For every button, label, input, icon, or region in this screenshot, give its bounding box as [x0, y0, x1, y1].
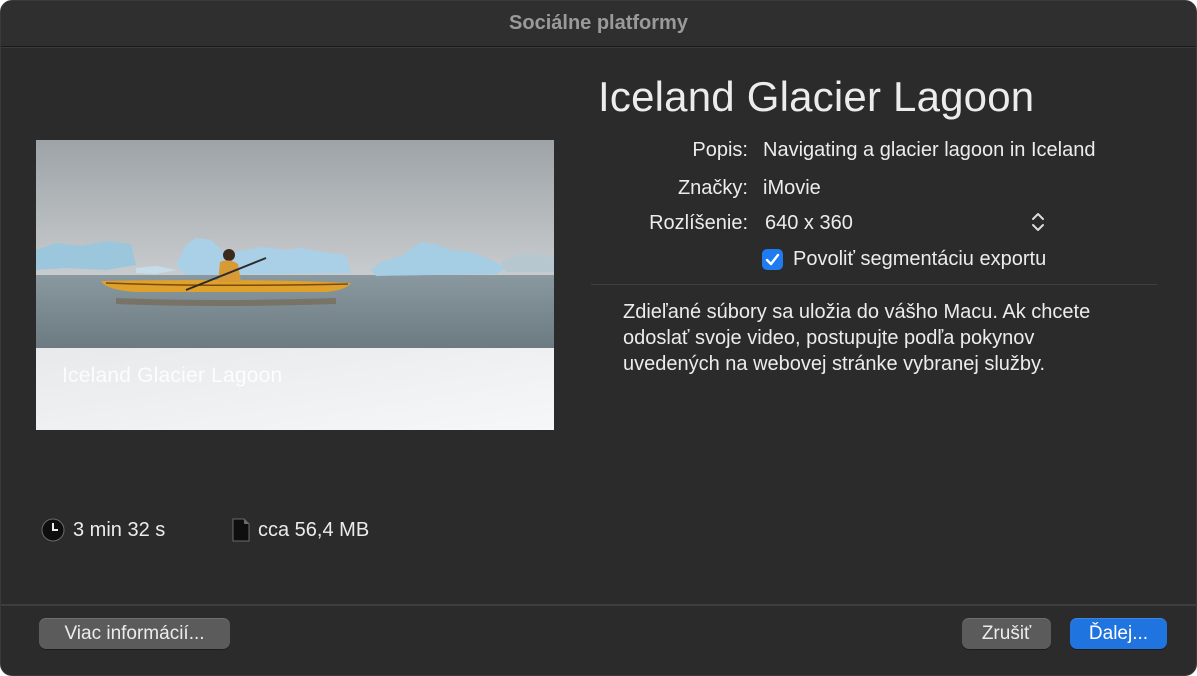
video-preview-thumbnail: Iceland Glacier Lagoon [36, 140, 554, 430]
preview-overlay-title: Iceland Glacier Lagoon [62, 364, 283, 387]
clock-icon [41, 518, 65, 542]
segmentation-label[interactable]: Povoliť segmentáciu exportu [793, 248, 1046, 271]
duration-text: 3 min 32 s [73, 518, 166, 541]
next-button[interactable]: Ďalej... [1070, 618, 1167, 649]
info-line: uvedených na webovej stránke vybranej sl… [623, 353, 1046, 375]
video-title: Iceland Glacier Lagoon [598, 73, 1035, 120]
document-icon [232, 518, 250, 542]
chevron-up-down-icon [1032, 213, 1044, 231]
info-line: odoslať svoje video, postupujte podľa po… [623, 327, 1035, 349]
info-message: Zdieľané súbory sa uložia do vášho Macu.… [623, 299, 1163, 377]
cancel-button[interactable]: Zrušiť [962, 618, 1051, 649]
resolution-popup[interactable]: 640 x 360 [765, 212, 853, 235]
footer-divider [1, 604, 1196, 606]
share-dialog-window: Sociálne platformy Iceland Glacier Lagoo… [0, 0, 1197, 676]
size-stat: cca 56,4 MB [232, 518, 369, 542]
resolution-popup-arrows[interactable] [1031, 211, 1045, 238]
details-divider [591, 284, 1157, 285]
more-info-button[interactable]: Viac informácií... [39, 618, 230, 649]
description-field[interactable]: Navigating a glacier lagoon in Iceland [763, 139, 1095, 162]
checkmark-icon [765, 253, 780, 266]
info-line: Zdieľané súbory sa uložia do vášho Macu.… [623, 301, 1091, 323]
tags-label: Značky: [677, 177, 748, 199]
description-label: Popis: [692, 139, 748, 161]
segmentation-checkbox[interactable] [762, 249, 783, 270]
resolution-label: Rozlíšenie: [649, 212, 748, 234]
duration-stat: 3 min 32 s [41, 518, 165, 542]
size-text: cca 56,4 MB [258, 518, 370, 541]
window-title: Sociálne platformy [1, 1, 1196, 47]
tags-field[interactable]: iMovie [763, 177, 821, 200]
